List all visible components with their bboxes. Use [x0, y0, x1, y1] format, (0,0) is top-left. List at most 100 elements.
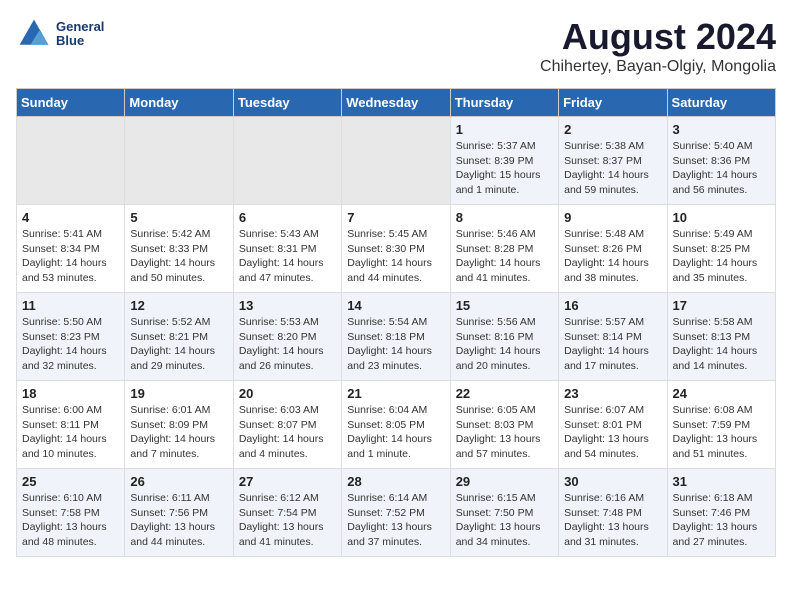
calendar-table: SundayMondayTuesdayWednesdayThursdayFrid…: [16, 88, 776, 557]
calendar-cell: 26 Sunrise: 6:11 AM Sunset: 7:56 PM Dayli…: [125, 469, 233, 557]
day-info: Sunrise: 5:54 AM Sunset: 8:18 PM Dayligh…: [347, 315, 444, 374]
day-info: Sunrise: 5:37 AM Sunset: 8:39 PM Dayligh…: [456, 139, 553, 198]
day-info: Sunrise: 5:53 AM Sunset: 8:20 PM Dayligh…: [239, 315, 336, 374]
day-info: Sunrise: 6:03 AM Sunset: 8:07 PM Dayligh…: [239, 403, 336, 462]
logo-line2: Blue: [56, 34, 104, 48]
calendar-cell: 3Sunrise: 5:40 AM Sunset: 8:36 PM Daylig…: [667, 117, 775, 205]
column-header-wednesday: Wednesday: [342, 89, 450, 117]
day-info: Sunrise: 5:56 AM Sunset: 8:16 PM Dayligh…: [456, 315, 553, 374]
day-info: Sunrise: 5:50 AM Sunset: 8:23 PM Dayligh…: [22, 315, 119, 374]
day-number: 8: [456, 210, 553, 225]
day-number: 24: [673, 386, 770, 401]
calendar-cell: 4 Sunrise: 5:41 AM Sunset: 8:34 PM Daylig…: [17, 205, 125, 293]
day-number: 11: [22, 298, 119, 313]
day-number: 26: [130, 474, 227, 489]
day-info: Sunrise: 6:14 AM Sunset: 7:52 PM Dayligh…: [347, 491, 444, 550]
calendar-cell: 30Sunrise: 6:16 AM Sunset: 7:48 PM Dayli…: [559, 469, 667, 557]
calendar-cell: [233, 117, 341, 205]
calendar-cell: 15 Sunrise: 5:56 AM Sunset: 8:16 PM Dayli…: [450, 293, 558, 381]
day-number: 10: [673, 210, 770, 225]
day-info: Sunrise: 6:08 AM Sunset: 7:59 PM Dayligh…: [673, 403, 770, 462]
day-number: 31: [673, 474, 770, 489]
calendar-cell: 13 Sunrise: 5:53 AM Sunset: 8:20 PM Dayli…: [233, 293, 341, 381]
day-info: Sunrise: 6:11 AM Sunset: 7:56 PM Dayligh…: [130, 491, 227, 550]
week-row: 25 Sunrise: 6:10 AM Sunset: 7:58 PM Dayli…: [17, 469, 776, 557]
calendar-cell: 29Sunrise: 6:15 AM Sunset: 7:50 PM Dayli…: [450, 469, 558, 557]
day-number: 23: [564, 386, 661, 401]
main-title: August 2024: [540, 16, 776, 58]
week-row: 4 Sunrise: 5:41 AM Sunset: 8:34 PM Daylig…: [17, 205, 776, 293]
calendar-cell: 9 Sunrise: 5:48 AM Sunset: 8:26 PM Daylig…: [559, 205, 667, 293]
day-number: 4: [22, 210, 119, 225]
day-info: Sunrise: 6:04 AM Sunset: 8:05 PM Dayligh…: [347, 403, 444, 462]
day-info: Sunrise: 5:49 AM Sunset: 8:25 PM Dayligh…: [673, 227, 770, 286]
day-number: 17: [673, 298, 770, 313]
day-number: 5: [130, 210, 227, 225]
day-info: Sunrise: 6:07 AM Sunset: 8:01 PM Dayligh…: [564, 403, 661, 462]
calendar-cell: 25 Sunrise: 6:10 AM Sunset: 7:58 PM Dayli…: [17, 469, 125, 557]
calendar-cell: 5 Sunrise: 5:42 AM Sunset: 8:33 PM Daylig…: [125, 205, 233, 293]
column-header-sunday: Sunday: [17, 89, 125, 117]
day-number: 27: [239, 474, 336, 489]
day-info: Sunrise: 5:42 AM Sunset: 8:33 PM Dayligh…: [130, 227, 227, 286]
calendar-cell: 23 Sunrise: 6:07 AM Sunset: 8:01 PM Dayli…: [559, 381, 667, 469]
calendar-cell: 10 Sunrise: 5:49 AM Sunset: 8:25 PM Dayli…: [667, 205, 775, 293]
calendar-cell: 19Sunrise: 6:01 AM Sunset: 8:09 PM Dayli…: [125, 381, 233, 469]
calendar-cell: 17 Sunrise: 5:58 AM Sunset: 8:13 PM Dayli…: [667, 293, 775, 381]
logo: General Blue: [16, 16, 104, 52]
logo-text: General Blue: [56, 20, 104, 49]
day-info: Sunrise: 6:00 AM Sunset: 8:11 PM Dayligh…: [22, 403, 119, 462]
day-info: Sunrise: 6:18 AM Sunset: 7:46 PM Dayligh…: [673, 491, 770, 550]
day-number: 21: [347, 386, 444, 401]
day-number: 19: [130, 386, 227, 401]
calendar-cell: 2Sunrise: 5:38 AM Sunset: 8:37 PM Daylig…: [559, 117, 667, 205]
logo-line1: General: [56, 20, 104, 34]
calendar-cell: 20Sunrise: 6:03 AM Sunset: 8:07 PM Dayli…: [233, 381, 341, 469]
calendar-cell: 1 Sunrise: 5:37 AM Sunset: 8:39 PM Daylig…: [450, 117, 558, 205]
day-number: 12: [130, 298, 227, 313]
header-row: SundayMondayTuesdayWednesdayThursdayFrid…: [17, 89, 776, 117]
day-info: Sunrise: 6:05 AM Sunset: 8:03 PM Dayligh…: [456, 403, 553, 462]
column-header-monday: Monday: [125, 89, 233, 117]
day-info: Sunrise: 6:12 AM Sunset: 7:54 PM Dayligh…: [239, 491, 336, 550]
calendar-cell: 22Sunrise: 6:05 AM Sunset: 8:03 PM Dayli…: [450, 381, 558, 469]
day-number: 13: [239, 298, 336, 313]
calendar-cell: 28Sunrise: 6:14 AM Sunset: 7:52 PM Dayli…: [342, 469, 450, 557]
day-info: Sunrise: 5:40 AM Sunset: 8:36 PM Dayligh…: [673, 139, 770, 198]
day-number: 1: [456, 122, 553, 137]
logo-icon: [16, 16, 52, 52]
calendar-cell: 12Sunrise: 5:52 AM Sunset: 8:21 PM Dayli…: [125, 293, 233, 381]
day-number: 14: [347, 298, 444, 313]
column-header-saturday: Saturday: [667, 89, 775, 117]
day-info: Sunrise: 5:48 AM Sunset: 8:26 PM Dayligh…: [564, 227, 661, 286]
calendar-cell: [342, 117, 450, 205]
day-number: 7: [347, 210, 444, 225]
day-info: Sunrise: 6:16 AM Sunset: 7:48 PM Dayligh…: [564, 491, 661, 550]
day-number: 9: [564, 210, 661, 225]
calendar-cell: [125, 117, 233, 205]
calendar-cell: 6Sunrise: 5:43 AM Sunset: 8:31 PM Daylig…: [233, 205, 341, 293]
calendar-cell: 14 Sunrise: 5:54 AM Sunset: 8:18 PM Dayli…: [342, 293, 450, 381]
day-number: 16: [564, 298, 661, 313]
calendar-cell: 7Sunrise: 5:45 AM Sunset: 8:30 PM Daylig…: [342, 205, 450, 293]
calendar-cell: 31 Sunrise: 6:18 AM Sunset: 7:46 PM Dayli…: [667, 469, 775, 557]
title-block: August 2024 Chihertey, Bayan-Olgiy, Mong…: [540, 16, 776, 76]
calendar-cell: 27 Sunrise: 6:12 AM Sunset: 7:54 PM Dayli…: [233, 469, 341, 557]
calendar-cell: 16Sunrise: 5:57 AM Sunset: 8:14 PM Dayli…: [559, 293, 667, 381]
week-row: 18 Sunrise: 6:00 AM Sunset: 8:11 PM Dayli…: [17, 381, 776, 469]
page-header: General Blue August 2024 Chihertey, Baya…: [16, 16, 776, 76]
day-info: Sunrise: 6:10 AM Sunset: 7:58 PM Dayligh…: [22, 491, 119, 550]
calendar-cell: 21 Sunrise: 6:04 AM Sunset: 8:05 PM Dayli…: [342, 381, 450, 469]
day-info: Sunrise: 5:46 AM Sunset: 8:28 PM Dayligh…: [456, 227, 553, 286]
day-info: Sunrise: 5:38 AM Sunset: 8:37 PM Dayligh…: [564, 139, 661, 198]
calendar-cell: [17, 117, 125, 205]
day-number: 18: [22, 386, 119, 401]
day-info: Sunrise: 5:58 AM Sunset: 8:13 PM Dayligh…: [673, 315, 770, 374]
calendar-cell: 24 Sunrise: 6:08 AM Sunset: 7:59 PM Dayli…: [667, 381, 775, 469]
day-number: 25: [22, 474, 119, 489]
day-info: Sunrise: 5:41 AM Sunset: 8:34 PM Dayligh…: [22, 227, 119, 286]
day-number: 6: [239, 210, 336, 225]
day-number: 15: [456, 298, 553, 313]
calendar-cell: 11 Sunrise: 5:50 AM Sunset: 8:23 PM Dayli…: [17, 293, 125, 381]
column-header-thursday: Thursday: [450, 89, 558, 117]
